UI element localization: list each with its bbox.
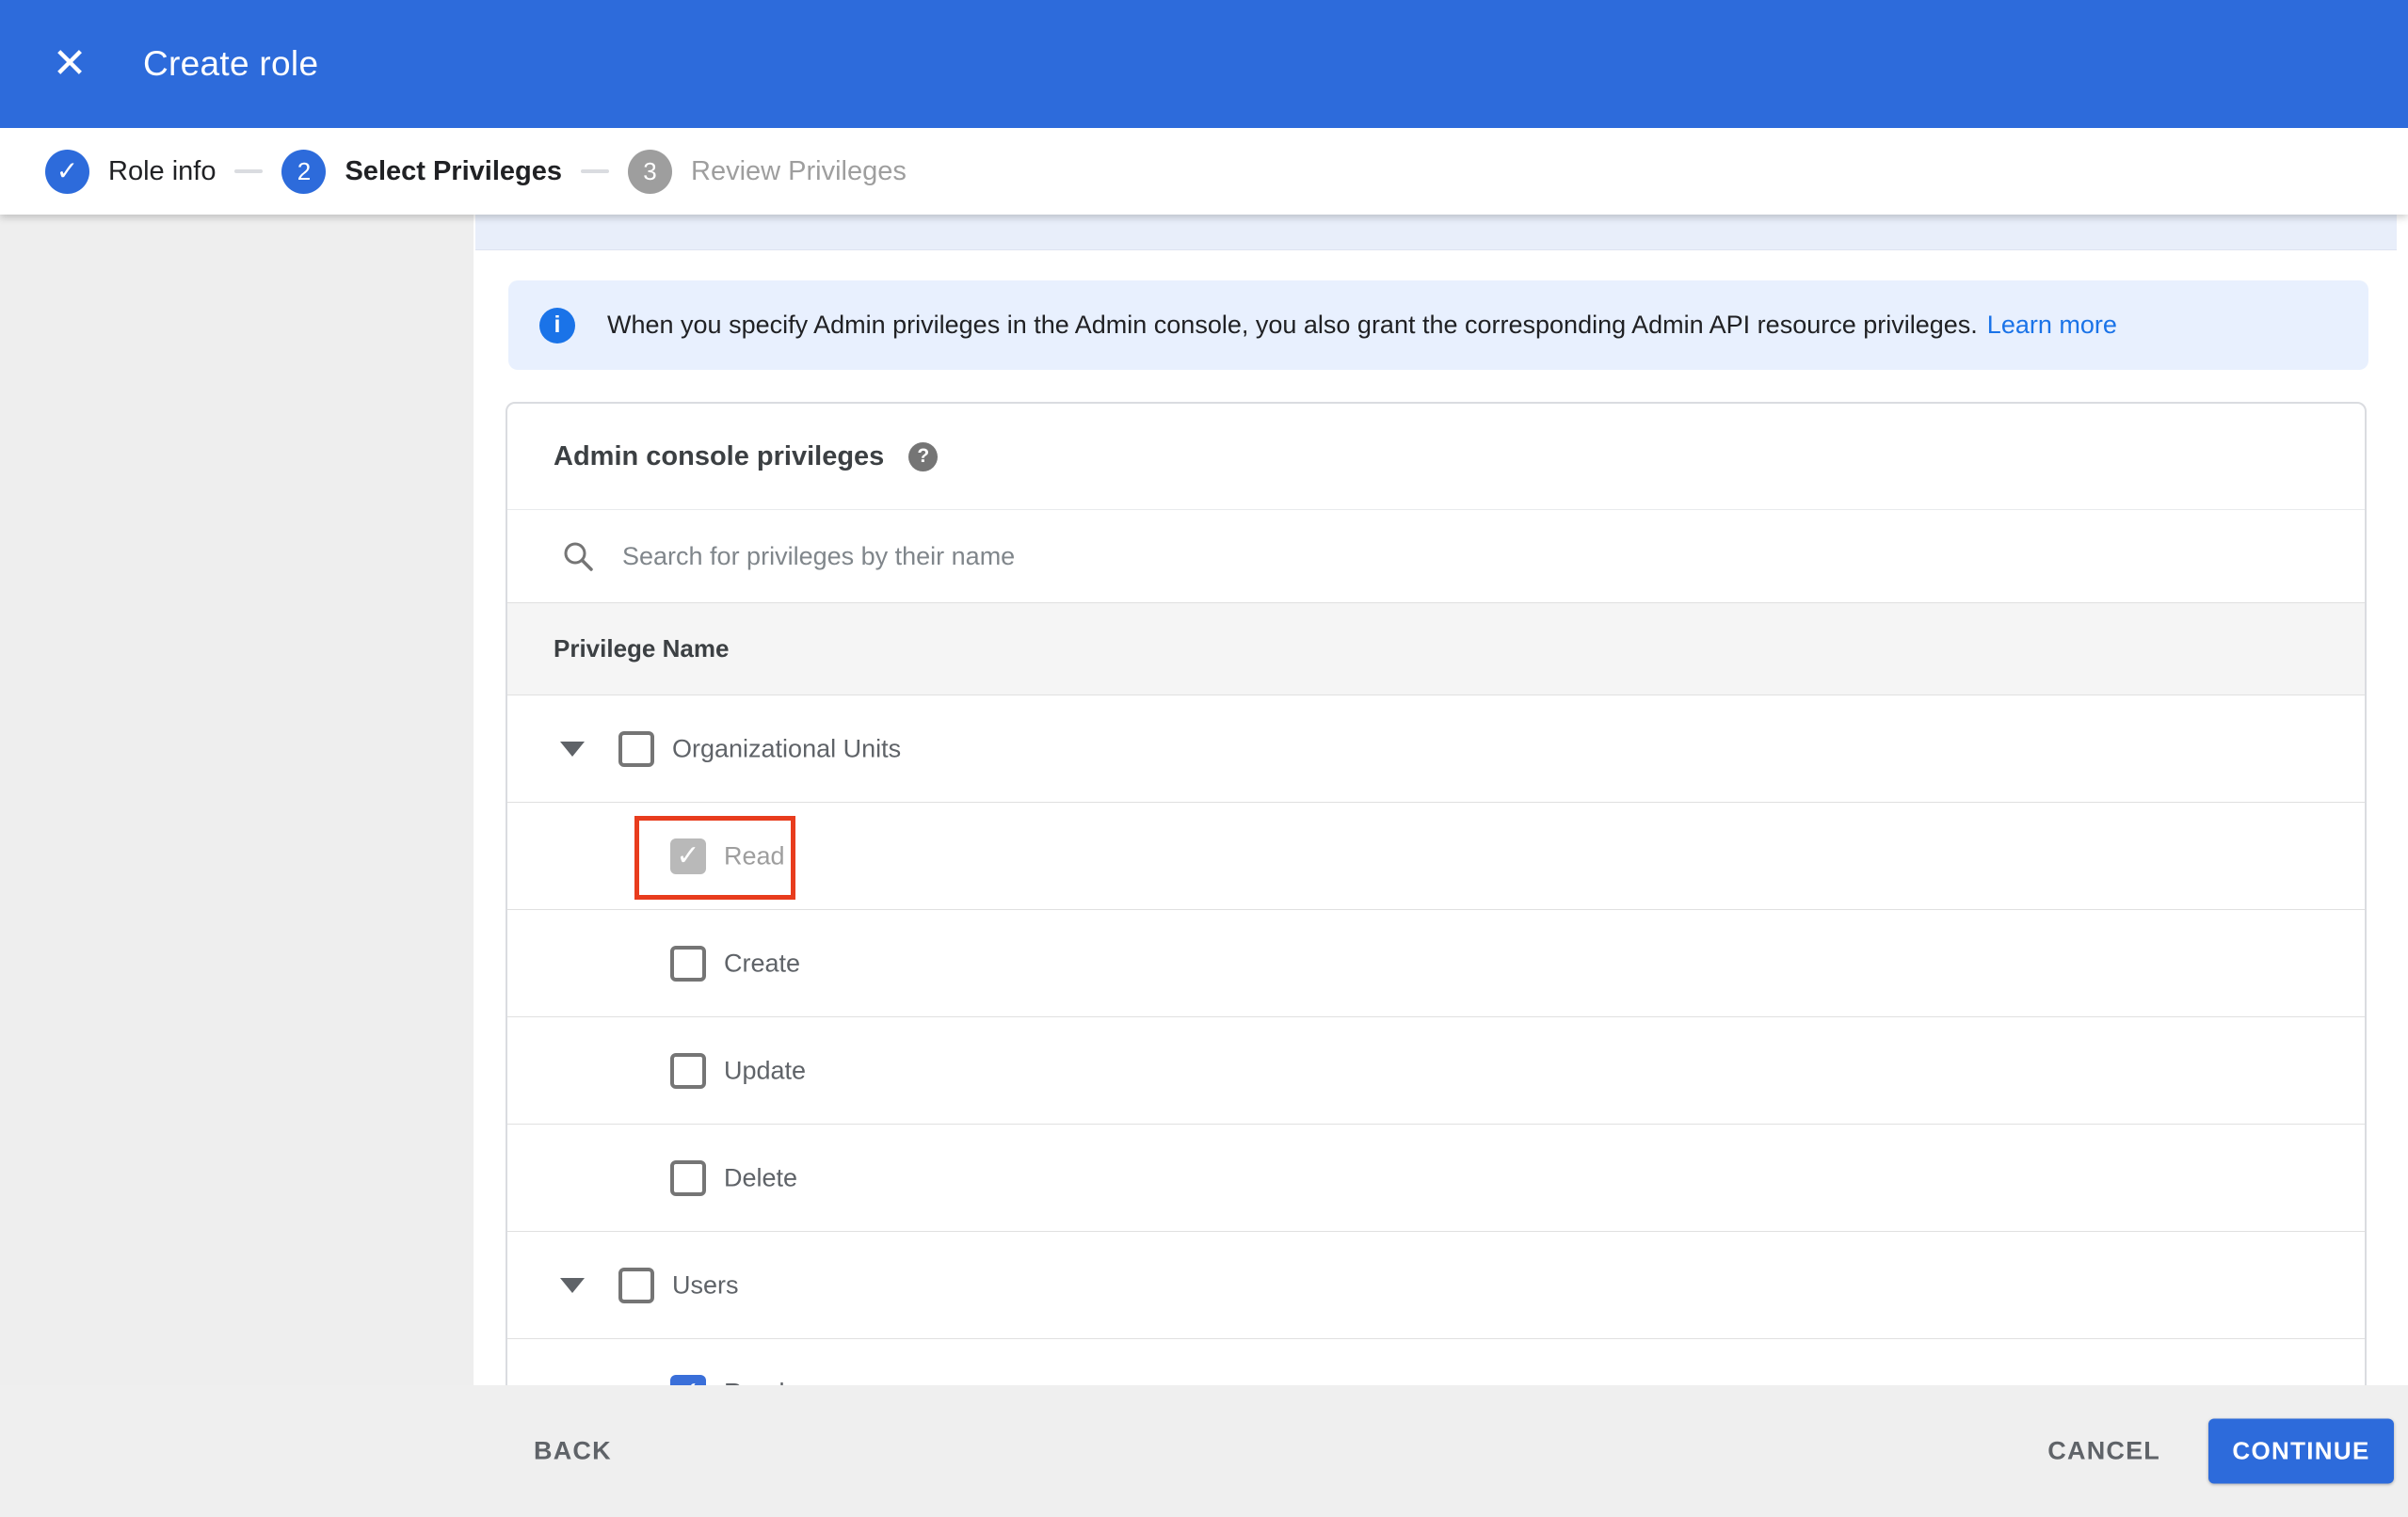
table-row: ✓ Read — [507, 803, 2365, 910]
learn-more-link[interactable]: Learn more — [1987, 311, 2117, 340]
step-role-info[interactable]: ✓ Role info — [45, 149, 217, 194]
back-button[interactable]: BACK — [534, 1437, 612, 1466]
table-row: Update — [507, 1017, 2365, 1125]
page-title: Create role — [143, 44, 319, 83]
table-column-header: Privilege Name — [507, 603, 2365, 695]
help-icon[interactable]: ? — [908, 441, 939, 471]
banner-text: When you specify Admin privileges in the… — [607, 311, 1978, 339]
row-label: Update — [724, 1056, 807, 1084]
update-checkbox[interactable] — [670, 1052, 706, 1089]
step-connector — [581, 169, 609, 173]
search-input[interactable] — [620, 540, 2224, 572]
search-row — [507, 510, 2365, 603]
step-3-label: Review Privileges — [691, 155, 907, 186]
cancel-button[interactable]: CANCEL — [2047, 1437, 2160, 1466]
create-role-dialog: { "window": { "title": "Create role" }, … — [0, 0, 2408, 1517]
search-icon — [561, 539, 595, 573]
main-content: i When you specify Admin privileges in t… — [474, 215, 2408, 1385]
check-icon: ✓ — [56, 155, 79, 185]
check-icon: ✓ — [676, 839, 700, 871]
info-icon: i — [539, 307, 575, 343]
step-select-privileges[interactable]: 2 Select Privileges — [281, 149, 562, 194]
delete-checkbox[interactable] — [670, 1159, 706, 1196]
step-2-label: Select Privileges — [345, 155, 562, 186]
table-row: ✓ Read — [507, 1339, 2365, 1385]
organizational-units-checkbox[interactable] — [618, 730, 654, 767]
row-label: Read — [724, 841, 785, 870]
info-banner: i When you specify Admin privileges in t… — [508, 280, 2368, 370]
row-label: Read — [724, 1378, 785, 1385]
row-label: Delete — [724, 1163, 798, 1191]
step-connector — [234, 169, 264, 173]
table-row: Delete — [507, 1125, 2365, 1232]
chevron-down-icon[interactable] — [560, 1277, 585, 1293]
step-review-privileges[interactable]: 3 Review Privileges — [628, 149, 907, 194]
continue-button[interactable]: CONTINUE — [2208, 1418, 2394, 1484]
read-checkbox[interactable]: ✓ — [670, 838, 706, 874]
row-label: Users — [672, 1270, 739, 1299]
card-title-row: Admin console privileges ? — [507, 404, 2365, 510]
create-checkbox[interactable] — [670, 945, 706, 982]
admin-privileges-card: Admin console privileges ? Privilege Nam… — [506, 402, 2367, 1385]
step-1-indicator: ✓ — [45, 149, 89, 194]
users-read-checkbox[interactable]: ✓ — [670, 1374, 706, 1385]
step-2-indicator: 2 — [281, 149, 327, 194]
app-header: ✕ Create role — [0, 0, 2408, 128]
check-icon: ✓ — [676, 1378, 699, 1385]
chevron-down-icon[interactable] — [560, 741, 585, 757]
table-row: Organizational Units — [507, 695, 2365, 803]
stepper: ✓ Role info 2 Select Privileges 3 Review… — [0, 128, 2408, 215]
step-1-label: Role info — [108, 155, 217, 186]
card-title: Admin console privileges — [554, 440, 885, 471]
scrolled-content-strip — [475, 215, 2397, 250]
table-row: Users — [507, 1232, 2365, 1339]
row-label: Create — [724, 949, 801, 977]
footer-action-bar: BACK CANCEL CONTINUE — [0, 1385, 2408, 1517]
table-row: Create — [507, 910, 2365, 1017]
row-label: Organizational Units — [672, 734, 902, 762]
users-checkbox[interactable] — [618, 1267, 654, 1303]
close-icon[interactable]: ✕ — [43, 38, 96, 90]
step-3-indicator: 3 — [628, 149, 672, 194]
